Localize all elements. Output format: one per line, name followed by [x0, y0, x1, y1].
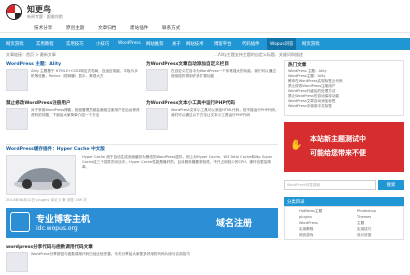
mainnav-item[interactable]: 小技巧 [96, 41, 109, 47]
post-excerpt: 在自定义栏目中为WordPress一个非常强大的功能，我们可以通过使用插件得到许… [171, 69, 276, 78]
post-title[interactable]: 禁止修改WordPress注册用户 [6, 100, 71, 106]
notice-line2: 可能给您带来不便 [310, 149, 366, 157]
post-excerpt: Ality 主题基于 HTML5+CSS3响应式布局，自适应电脑、平板与手机等设… [31, 69, 138, 78]
mainnav-item-active[interactable]: Wopus问答 [267, 38, 297, 50]
search-button[interactable]: 搜索 [378, 180, 404, 190]
mainnav-item[interactable]: 网站推荐 [146, 41, 164, 47]
topnav-item[interactable]: 原创主题 [66, 25, 84, 31]
category-item[interactable]: 主题 [357, 221, 364, 226]
hosting-banner[interactable]: 专业博客主机 idc.wopus.org 域名注册 [6, 208, 278, 238]
post-thumbnail[interactable] [6, 69, 28, 91]
category-item[interactable]: 网页游戏 [299, 233, 313, 238]
category-list: HotNews主题 plugins WordPress 实用教程 网页游戏 Ph… [284, 206, 404, 240]
mainnav-item[interactable]: 网站技术 [186, 41, 204, 47]
car-image-icon [14, 168, 70, 190]
hot-posts-widget: 热门文章 WordPress 主题：Ality WordPress主题：Alit… [284, 60, 404, 116]
notice-line1: 本站新主题测试中 [310, 135, 366, 143]
featured-meta: 2014年08月12日 plugins 评论 0 条 浏览 169 次 [6, 198, 87, 202]
alert-icon: ✋ [290, 140, 303, 151]
divider [6, 144, 278, 145]
featured-title[interactable]: WordPress缓存插件：Hyper Cache 中文版 [6, 146, 105, 152]
mainnav-item[interactable]: 实用技巧 [66, 41, 84, 47]
post-title[interactable]: 为WordPress文章自动添加自定义栏目 [146, 61, 229, 67]
post-thumbnail[interactable] [6, 108, 28, 130]
banner-title: 专业博客主机 [36, 215, 91, 225]
post-title[interactable]: 为WordPress文本小工具中运行PHP代码 [146, 100, 235, 106]
category-widget-title: 分类目录 [284, 197, 404, 206]
post-thumbnail[interactable] [146, 69, 168, 91]
mainnav-item[interactable]: 代码插件 [242, 41, 260, 47]
mainnav-item[interactable]: 博客平台 [214, 41, 232, 47]
post-title[interactable]: WordPress 主题：Ality [6, 61, 61, 67]
top-nav: 技术分享 原创主题 文章归档 建站插件 联系方式 [0, 24, 410, 33]
category-item[interactable]: Themes [357, 215, 371, 220]
main-nav: 网页游戏 实用教程 实用技巧 小技巧 WordPress 网站推荐 关于 网站技… [0, 38, 410, 50]
banner-url: idc.wopus.org [36, 225, 78, 232]
widget-title: 热门文章 [288, 63, 307, 68]
topnav-item[interactable]: 联系方式 [162, 25, 180, 31]
post-title[interactable]: wordpress分享代码与函数调用代码文章 [6, 244, 93, 250]
category-item[interactable]: WordPress [299, 221, 318, 226]
category-item[interactable]: HotNews主题 [299, 209, 322, 214]
banner-domain: 域名注册 [216, 219, 253, 229]
mainnav-item[interactable]: 关于 [172, 41, 181, 47]
post-excerpt: WordPress分享按钮与函数调用代码已经比较完善，今天分享给大家更多好用的代… [31, 252, 190, 256]
category-item[interactable]: Photoshop [357, 209, 376, 214]
site-logo-icon[interactable] [6, 4, 22, 20]
topnav-item[interactable]: 技术分享 [34, 25, 52, 31]
featured-thumbnail[interactable] [6, 155, 76, 195]
site-tagline: 新闻专题 · 跟着你跑 [27, 14, 63, 19]
hot-post-item[interactable]: WordPress中使用中文标签 [288, 104, 332, 109]
notice-ad[interactable]: ✋ 本站新主题测试中 可能给您带来不便 [284, 122, 404, 172]
mainnav-item[interactable]: 实用教程 [36, 41, 54, 47]
breadcrumb: 文章链接：首页 > 最新文章 [6, 52, 56, 57]
search-placeholder: WordPress问答搜索 [287, 183, 321, 187]
post-excerpt: WordPress文本小工具可以添加HTML代码，但不能运行PHP代码，我们可以… [171, 108, 279, 117]
featured-excerpt: Hyper Cache 用于自动生成页面缓存为静态的WordPress插件，网上… [82, 155, 273, 169]
server-icon [10, 212, 30, 232]
mainnav-item[interactable]: 网页游戏 [302, 41, 320, 47]
search-input[interactable]: WordPress问答搜索 [284, 180, 376, 190]
post-thumbnail[interactable] [6, 252, 28, 272]
topnav-item[interactable]: 建站插件 [130, 25, 148, 31]
post-excerpt: 对于采用WordPress博客，相信管理员都会面临注册用户在后台修改资料的问题，… [31, 108, 140, 117]
category-item[interactable]: 实用技巧 [357, 227, 371, 232]
category-item[interactable]: plugins [299, 215, 312, 220]
mainnav-item[interactable]: 网页游戏 [6, 41, 24, 47]
mainnav-item[interactable]: WordPress [118, 41, 141, 46]
post-thumbnail[interactable] [146, 108, 168, 130]
news-ticker[interactable]: …Ality主题支持主题的自定义标题、关键词和描述 [214, 52, 303, 58]
category-item[interactable]: 设计欣赏 [357, 233, 371, 238]
topnav-item[interactable]: 文章归档 [98, 25, 116, 31]
category-item[interactable]: 实用教程 [299, 227, 313, 232]
